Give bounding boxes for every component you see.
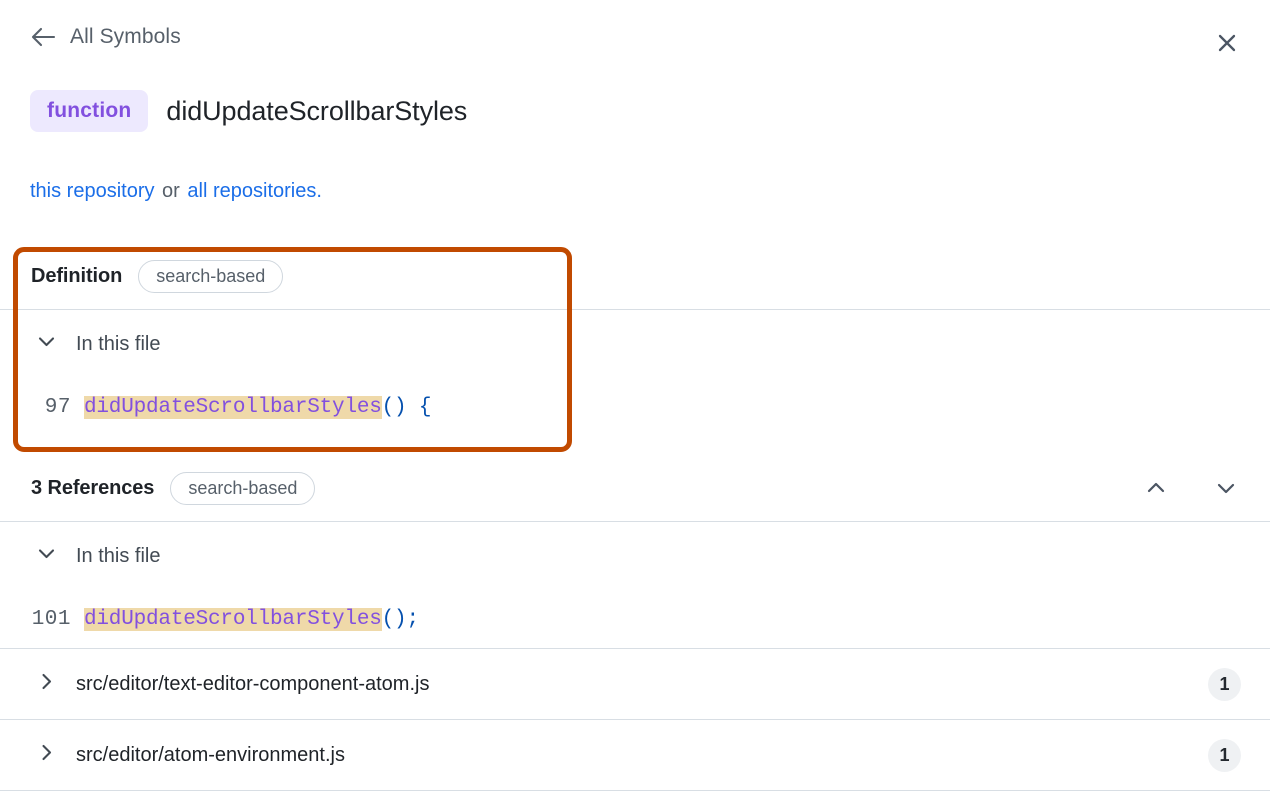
back-label: All Symbols [70, 25, 181, 49]
definition-code-line[interactable]: 97 didUpdateScrollbarStyles() { [0, 378, 1270, 436]
code-parens: () [382, 396, 407, 419]
list-item[interactable]: src/editor/atom-environment.js 1 [0, 720, 1270, 790]
close-icon[interactable] [1212, 28, 1242, 58]
definition-title: Definition [31, 265, 122, 288]
group-label: In this file [76, 545, 160, 568]
arrow-left-icon [30, 26, 56, 48]
symbol-detail-panel: All Symbols function didUpdateScrollbarS… [0, 0, 1270, 788]
references-section: 3 References search-based [0, 455, 1270, 791]
references-title: 3 References [31, 477, 154, 500]
references-in-this-file-group[interactable]: In this file [0, 522, 1270, 590]
file-path: src/editor/text-editor-component-atom.js [76, 673, 429, 696]
references-source-chip: search-based [170, 472, 315, 505]
code-parens: () [382, 608, 407, 631]
symbol-kind-badge: function [30, 90, 148, 132]
chevron-down-icon [36, 331, 57, 357]
panel-header: All Symbols [0, 0, 1270, 84]
search-links-row: this repository or all repositories. [30, 180, 322, 203]
chevron-down-icon[interactable] [1213, 475, 1239, 501]
definition-in-this-file-group[interactable]: In this file [0, 310, 1270, 378]
chevron-right-icon [36, 742, 57, 768]
highlighted-symbol: didUpdateScrollbarStyles [84, 396, 382, 419]
definition-section: Definition search-based In this file 97 … [0, 243, 1270, 436]
references-header-left: 3 References search-based [31, 472, 315, 505]
back-to-all-symbols-button[interactable]: All Symbols [30, 25, 181, 49]
chevron-down-icon [36, 543, 57, 569]
code-suffix: { [406, 396, 431, 419]
highlighted-symbol: didUpdateScrollbarStyles [84, 608, 382, 631]
file-path: src/editor/atom-environment.js [76, 744, 345, 767]
search-all-repositories-link[interactable]: all repositories. [187, 180, 322, 202]
references-header-controls [1143, 475, 1239, 501]
group-label: In this file [76, 333, 160, 356]
references-header: 3 References search-based [0, 455, 1270, 521]
line-number: 101 [22, 608, 84, 631]
symbol-title-row: function didUpdateScrollbarStyles [30, 90, 467, 132]
reference-count-badge: 1 [1208, 668, 1241, 701]
line-number: 97 [22, 396, 84, 419]
reference-count-badge: 1 [1208, 739, 1241, 772]
search-this-repository-link[interactable]: this repository [30, 180, 155, 202]
chevron-right-icon [36, 671, 57, 697]
code-text: didUpdateScrollbarStyles() { [84, 396, 431, 419]
search-links-separator: or [155, 180, 188, 202]
definition-header: Definition search-based [0, 243, 1270, 309]
chevron-up-icon[interactable] [1143, 475, 1169, 501]
reference-code-line[interactable]: 101 didUpdateScrollbarStyles(); [0, 590, 1270, 648]
definition-source-chip: search-based [138, 260, 283, 293]
list-item[interactable]: src/editor/text-editor-component-atom.js… [0, 649, 1270, 719]
page-title: didUpdateScrollbarStyles [166, 96, 467, 127]
code-text: didUpdateScrollbarStyles(); [84, 608, 419, 631]
code-suffix: ; [406, 608, 418, 631]
